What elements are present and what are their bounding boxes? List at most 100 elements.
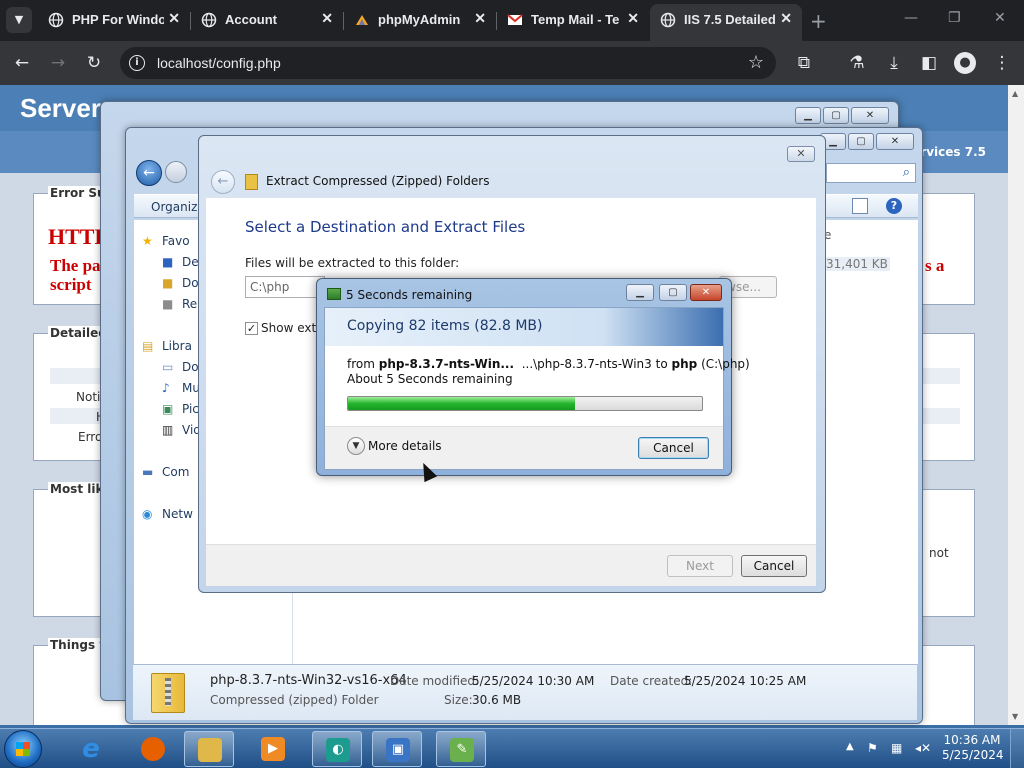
tab-search-button[interactable]: ▼ <box>6 7 32 33</box>
network-icon[interactable]: ▦ <box>891 741 902 755</box>
maximize-button[interactable]: ▢ <box>848 133 874 150</box>
desktop-icon: ■ <box>162 255 174 269</box>
extensions-puzzle-icon[interactable]: ⧉ <box>793 52 815 74</box>
close-button[interactable]: ✕ <box>787 146 815 162</box>
destination-label: Files will be extracted to this folder: <box>245 256 460 270</box>
taskbar-system-tool[interactable]: ▣ <box>372 731 422 767</box>
close-button[interactable]: ✕ <box>851 107 889 124</box>
more-details-link[interactable]: More details <box>368 439 442 453</box>
new-tab-button[interactable]: + <box>810 9 827 33</box>
side-panel-icon[interactable]: ◧ <box>918 52 940 74</box>
tab-close-icon[interactable]: ✕ <box>627 10 639 27</box>
labs-flask-icon[interactable]: ⚗ <box>846 52 868 74</box>
back-arrow-icon[interactable]: ← <box>11 52 33 74</box>
document-icon: ▭ <box>162 360 174 374</box>
tab-account[interactable]: Account ✕ <box>191 0 343 41</box>
scroll-down-icon[interactable]: ▼ <box>1012 712 1018 721</box>
globe-icon <box>48 12 64 28</box>
cancel-copy-button[interactable]: Cancel <box>638 437 709 459</box>
profile-avatar-icon[interactable]: ● <box>954 52 976 74</box>
taskbar-windows-media[interactable]: ◐ <box>312 731 362 767</box>
show-desktop-button[interactable] <box>1010 729 1024 768</box>
start-button[interactable] <box>4 730 42 768</box>
nav-libraries[interactable]: ▤ Libra <box>142 339 192 353</box>
folder-icon: ■ <box>162 276 174 290</box>
tab-close-icon[interactable]: ✕ <box>474 10 486 27</box>
organize-menu[interactable]: Organize <box>151 200 205 214</box>
bookmark-star-icon[interactable]: ☆ <box>748 52 764 73</box>
preview-pane-icon[interactable] <box>852 198 868 214</box>
scroll-up-icon[interactable]: ▲ <box>1012 89 1018 98</box>
volume-muted-icon[interactable]: ◂✕ <box>915 741 931 755</box>
tab-close-icon[interactable]: ✕ <box>321 10 333 27</box>
media-player-icon: ▶ <box>261 737 285 761</box>
maximize-button[interactable]: ▢ <box>823 107 849 124</box>
taskbar-firefox[interactable] <box>128 731 178 767</box>
back-arrow-icon[interactable]: ← <box>136 160 162 186</box>
copy-source-line: from php-8.3.7-nts-Win... ...\php-8.3.7-… <box>347 357 750 371</box>
taskbar-notepadpp[interactable]: ✎ <box>436 731 486 767</box>
search-box[interactable]: ⌕ <box>826 163 916 183</box>
tab-temp-mail[interactable]: Temp Mail - Te ✕ <box>497 0 649 41</box>
nav-downloads[interactable]: ■ Do <box>162 276 199 290</box>
nav-documents[interactable]: ▭ Do <box>162 360 199 374</box>
from-label: from <box>347 357 375 371</box>
reload-icon[interactable]: ↻ <box>83 52 105 74</box>
chevron-down-icon[interactable]: ▼ <box>347 437 365 455</box>
nav-favorites[interactable]: ★ Favo <box>142 234 190 248</box>
download-icon[interactable]: ⤓ <box>883 52 905 74</box>
help-icon[interactable]: ? <box>886 198 902 214</box>
nav-pictures[interactable]: ▣ Pic <box>162 402 199 416</box>
back-arrow-icon[interactable]: ← <box>211 170 235 194</box>
tab-php-for-windows[interactable]: PHP For Windo ✕ <box>38 0 190 41</box>
taskbar-internet-explorer[interactable]: e <box>66 731 116 767</box>
nav-music[interactable]: ♪ Mu <box>162 381 200 395</box>
next-button[interactable]: Next <box>667 555 733 577</box>
flag-icon[interactable]: ⚑ <box>867 741 878 755</box>
forward-arrow-icon[interactable]: → <box>47 52 69 74</box>
nav-computer[interactable]: ▬ Com <box>142 465 189 479</box>
to-label: to <box>655 357 668 371</box>
destination-path-input[interactable]: C:\php <box>245 276 325 298</box>
progress-footer: ▼ More details Cancel <box>325 426 723 469</box>
nav-videos[interactable]: ▥ Vid <box>162 423 201 437</box>
close-window-button[interactable]: ✕ <box>994 10 1006 26</box>
nav-network[interactable]: ◉ Netw <box>142 507 193 521</box>
tab-close-icon[interactable]: ✕ <box>780 10 792 27</box>
url-text[interactable]: localhost/config.php <box>157 55 281 71</box>
minimize-button[interactable]: ▁ <box>626 284 654 301</box>
cancel-button[interactable]: Cancel <box>741 555 807 577</box>
show-extracted-checkbox[interactable]: ✓ <box>245 322 258 335</box>
show-hidden-icons[interactable]: ▲ <box>846 741 854 752</box>
minimize-button[interactable]: — <box>904 10 918 26</box>
search-icon: ⌕ <box>902 165 910 180</box>
error-description-tail: s a <box>925 256 945 275</box>
page-scrollbar[interactable]: ▲ ▼ <box>1008 85 1024 725</box>
site-info-icon[interactable]: i <box>129 55 145 71</box>
address-bar[interactable]: i localhost/config.php ☆ <box>120 47 776 79</box>
date-modified-label: Date modified: <box>390 674 480 688</box>
detail-row-label: Erro <box>78 430 103 444</box>
restore-button[interactable]: ❐ <box>948 10 961 26</box>
tab-close-icon[interactable]: ✕ <box>168 10 180 27</box>
nav-desktop[interactable]: ■ De <box>162 255 199 269</box>
system-clock[interactable]: 10:36 AM 5/25/2024 <box>942 733 1004 763</box>
minimize-button[interactable]: ▁ <box>795 107 821 124</box>
progress-fill <box>348 397 575 410</box>
taskbar-windows-explorer[interactable] <box>184 731 234 767</box>
browser-toolbar: ← → ↻ i localhost/config.php ☆ ⧉ ⚗ ⤓ ◧ ●… <box>0 41 1024 85</box>
forward-arrow-icon[interactable] <box>165 161 187 183</box>
zip-folder-icon <box>245 174 258 190</box>
more-menu-icon[interactable]: ⋮ <box>991 52 1013 74</box>
cause-text: not <box>929 546 949 560</box>
close-button[interactable]: ✕ <box>690 284 722 301</box>
source-name[interactable]: php-8.3.7-nts-Win... <box>379 357 514 371</box>
maximize-button[interactable]: ▢ <box>659 284 687 301</box>
target-name[interactable]: php <box>672 357 698 371</box>
tab-iis-detailed[interactable]: IIS 7.5 Detailed ✕ <box>650 4 802 41</box>
close-button[interactable]: ✕ <box>876 133 914 150</box>
taskbar-media-player[interactable]: ▶ <box>248 731 298 767</box>
tab-title: Account <box>225 12 277 27</box>
tab-phpmyadmin[interactable]: phpMyAdmin ✕ <box>344 0 496 41</box>
nav-recent[interactable]: ■ Re <box>162 297 197 311</box>
